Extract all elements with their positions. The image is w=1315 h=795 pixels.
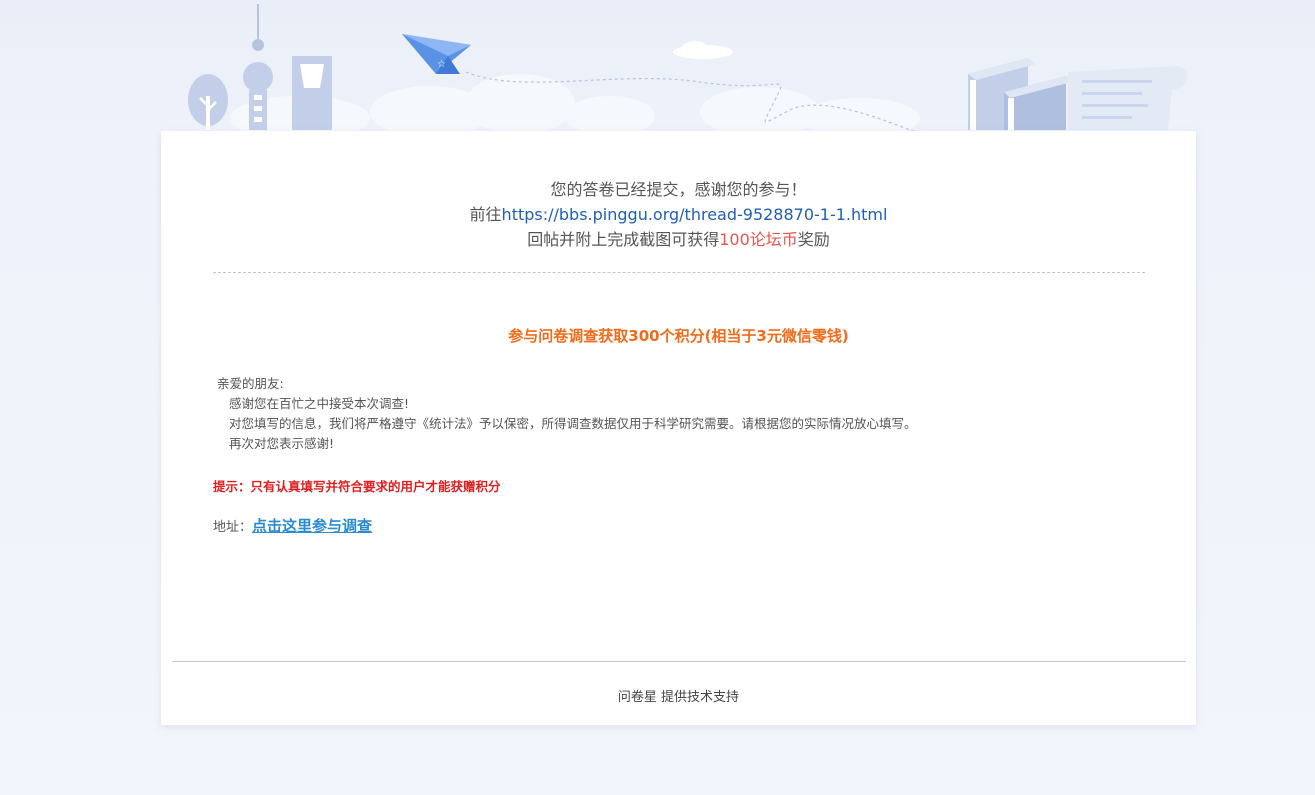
header-banner: ☆ — [188, 4, 1188, 135]
paper-scroll-icon — [1068, 66, 1188, 130]
letter-para-3: 再次对您表示感谢! — [229, 436, 335, 451]
survey-title: 参与问卷调查获取300个积分(相当于3元微信零钱) — [508, 327, 849, 345]
footer-powered-by: 问卷星 提供技术支持 — [617, 690, 740, 705]
survey-link[interactable]: 点击这里参与调查 — [252, 517, 372, 535]
letter-para-1: 感谢您在百忙之中接受本次调查! — [229, 396, 410, 411]
notice-text: 提示：只有认真填写并符合要求的用户才能获赠积分 — [213, 479, 501, 494]
letter-greeting: 亲爱的朋友: — [217, 376, 284, 391]
result-card: 您的答卷已经提交，感谢您的参与！ 前往https://bbs.pinggu.or… — [161, 131, 1196, 725]
svg-text:☆: ☆ — [437, 59, 446, 70]
reward-amount: 100论坛币 — [719, 230, 798, 249]
footer-divider — [172, 661, 1186, 662]
paper-plane-icon: ☆ — [402, 34, 471, 74]
cloud-icon — [230, 74, 920, 135]
address-label: 地址： — [213, 520, 253, 535]
forum-link-prefix: 前往 — [469, 205, 502, 224]
cloud-icon — [673, 41, 733, 59]
page: ☆ 您的答卷已经提交，感谢您的参与！ 前往https://bbs.pinggu.… — [0, 0, 1315, 795]
letter-para-2: 对您填写的信息，我们将严格遵守《统计法》予以保密，所得调查数据仅用于科学研究需要… — [229, 416, 917, 431]
books-icon — [968, 58, 1072, 130]
reward-line: 回帖并附上完成截图可获得100论坛币奖励 — [161, 227, 1196, 252]
address-line: 地址：点击这里参与调查 — [213, 515, 372, 536]
forum-link-line: 前往https://bbs.pinggu.org/thread-9528870-… — [161, 202, 1196, 227]
submit-thanks: 您的答卷已经提交，感谢您的参与！ — [550, 180, 807, 199]
skyscraper-icon — [292, 56, 332, 130]
reward-prefix: 回帖并附上完成截图可获得 — [527, 230, 720, 249]
tree-icon — [188, 74, 228, 130]
survey-letter: 亲爱的朋友: 感谢您在百忙之中接受本次调查! 对您填写的信息，我们将严格遵守《统… — [217, 374, 917, 454]
forum-thread-link[interactable]: https://bbs.pinggu.org/thread-9528870-1-… — [502, 205, 888, 224]
submit-message: 您的答卷已经提交，感谢您的参与！ 前往https://bbs.pinggu.or… — [161, 177, 1196, 252]
dotted-divider — [213, 272, 1145, 273]
reward-suffix: 奖励 — [797, 230, 830, 249]
